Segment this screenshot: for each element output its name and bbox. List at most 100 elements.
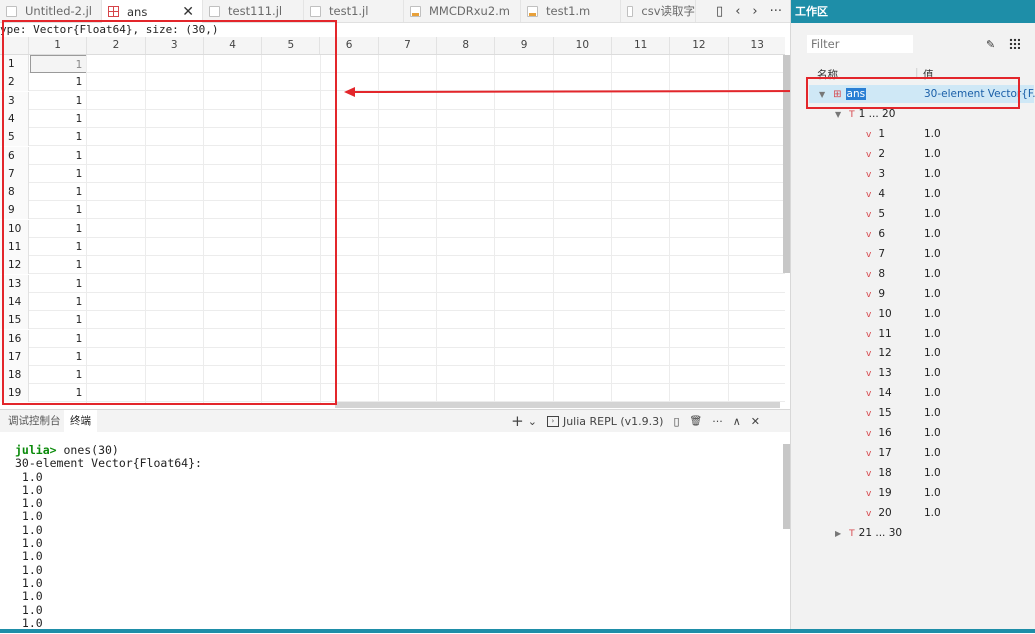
chevron-left-icon[interactable]: ‹ [735,4,740,19]
column-header[interactable]: 8 [437,37,496,54]
matlab-file-icon [527,5,538,17]
item-value: 1.0 [924,247,941,260]
value-icon: v [866,509,872,520]
add-terminal-icon[interactable]: + [511,412,524,430]
item-value: 1.0 [924,147,941,160]
terminal-output[interactable]: julia> ones(30) 30-element Vector{Float6… [15,443,202,630]
close-icon[interactable]: ✕ [182,4,194,20]
item-value: 1.0 [924,347,941,360]
group-row-21-30[interactable]: ▶ T 21 ... 30 [791,523,1035,543]
split-editor-icon[interactable]: ▯ [716,4,723,19]
tab-untitled-2[interactable]: Untitled-2.jl [0,0,102,22]
output-line: 1.0 [15,589,43,604]
tab-test111[interactable]: test111.jl [203,0,304,22]
file-icon [627,5,634,17]
terminal-scrollbar[interactable] [783,444,790,529]
terminal-icon: › [546,415,559,427]
close-panel-icon[interactable]: ✕ [751,415,760,428]
split-terminal-icon[interactable]: ▯ [673,415,679,428]
terminal-selector[interactable]: › Julia REPL (v1.9.3) [546,414,664,428]
expand-arrow-icon[interactable]: ▶ [835,529,841,538]
value-icon: v [866,489,872,500]
trash-icon[interactable]: 🗑 [690,416,703,427]
more-icon[interactable]: ··· [712,415,723,428]
workspace-item-row[interactable]: v 4 1.0 [791,184,1035,204]
column-header[interactable]: 12 [670,37,729,54]
workspace-item-row[interactable]: v 5 1.0 [791,204,1035,224]
workspace-item-row[interactable]: v 17 1.0 [791,443,1035,463]
value-icon: v [866,189,872,200]
item-value: 1.0 [924,387,941,400]
tab-debug-console[interactable]: 调试控制台 [2,410,67,432]
repl-label: Julia REPL (v1.9.3) [562,414,664,428]
value-icon: v [866,289,872,300]
item-value: 1.0 [924,487,941,500]
grid-line [611,55,612,403]
workspace-item-row[interactable]: v 20 1.0 [791,503,1035,523]
item-value: 1.0 [924,187,941,200]
annotation-arrow [344,87,807,97]
workspace-item-row[interactable]: v 3 1.0 [791,164,1035,184]
collapse-arrow-icon[interactable]: ▼ [835,110,841,119]
tab-csv[interactable]: csv读取字 [621,0,696,22]
workspace-item-row[interactable]: v 8 1.0 [791,264,1035,284]
item-value: 1.0 [924,128,941,140]
item-name: 20 [878,507,892,520]
workspace-item-row[interactable]: v 11 1.0 [791,324,1035,344]
chevron-right-icon[interactable]: › [752,4,757,19]
workspace-item-row[interactable]: v 13 1.0 [791,363,1035,383]
value-icon: v [866,249,872,260]
workspace-item-row[interactable]: v 1 1.0 [791,124,1035,144]
value-icon: v [866,169,872,180]
workspace-item-row[interactable]: v 10 1.0 [791,304,1035,324]
output-line: 1.0 [15,522,43,537]
output-line: 1.0 [15,575,43,590]
workspace-item-row[interactable]: v 19 1.0 [791,483,1035,503]
tab-test1-jl[interactable]: test1.jl [304,0,404,22]
more-icon[interactable]: ··· [770,4,782,19]
workspace-item-row[interactable]: v 15 1.0 [791,403,1035,423]
column-header[interactable]: 11 [612,37,671,54]
value-icon: v [866,130,872,140]
workspace-item-row[interactable]: v 9 1.0 [791,284,1035,304]
tab-label: Untitled-2.jl [25,4,93,18]
value-icon: v [866,329,872,340]
grid-line [552,55,554,403]
tab-label: MMCDRxu2.m [429,4,510,18]
workspace-item-row[interactable]: v 6 1.0 [791,224,1035,244]
item-name: 5 [878,207,886,220]
julia-file-icon [209,5,220,17]
workspace-item-row[interactable]: v 18 1.0 [791,463,1035,483]
workspace-item-row[interactable]: v 2 1.0 [791,144,1035,164]
column-header[interactable]: 13 [729,37,785,54]
value-icon: v [866,389,872,400]
item-name: 3 [878,167,886,180]
column-header[interactable]: 9 [495,37,554,54]
workspace-item-row[interactable]: v 12 1.0 [791,343,1035,363]
item-name: 12 [878,347,892,360]
workspace-title: 工作区 [791,0,1035,23]
item-name: 14 [878,387,892,400]
item-name: 1 [878,128,886,140]
grid-horizontal-scrollbar[interactable] [335,402,780,408]
column-header[interactable]: 7 [379,37,438,54]
item-value: 1.0 [924,307,941,320]
workspace-item-row[interactable]: v 7 1.0 [791,244,1035,264]
chevron-down-icon[interactable]: ⌄ [528,415,537,428]
filter-input[interactable] [807,35,913,53]
tab-mmcdrxu2[interactable]: MMCDRxu2.m [404,0,521,22]
output-line: 1.0 [15,549,43,564]
tab-label: test111.jl [228,4,283,18]
item-value: 1.0 [924,327,941,340]
output-line: 1.0 [15,469,43,484]
tab-terminal[interactable]: 终端 [64,410,97,432]
workspace-item-row[interactable]: v 16 1.0 [791,423,1035,443]
clear-icon[interactable]: ✎ [986,38,995,51]
grid-view-icon[interactable] [1009,38,1020,49]
column-header[interactable]: 10 [554,37,612,54]
output-line: 30-element Vector{Float64}: [15,456,202,471]
tab-test1-m[interactable]: test1.m [521,0,621,22]
maximize-panel-icon[interactable]: ∧ [733,415,741,428]
workspace-item-row[interactable]: v 14 1.0 [791,383,1035,403]
status-bar [0,629,1035,633]
